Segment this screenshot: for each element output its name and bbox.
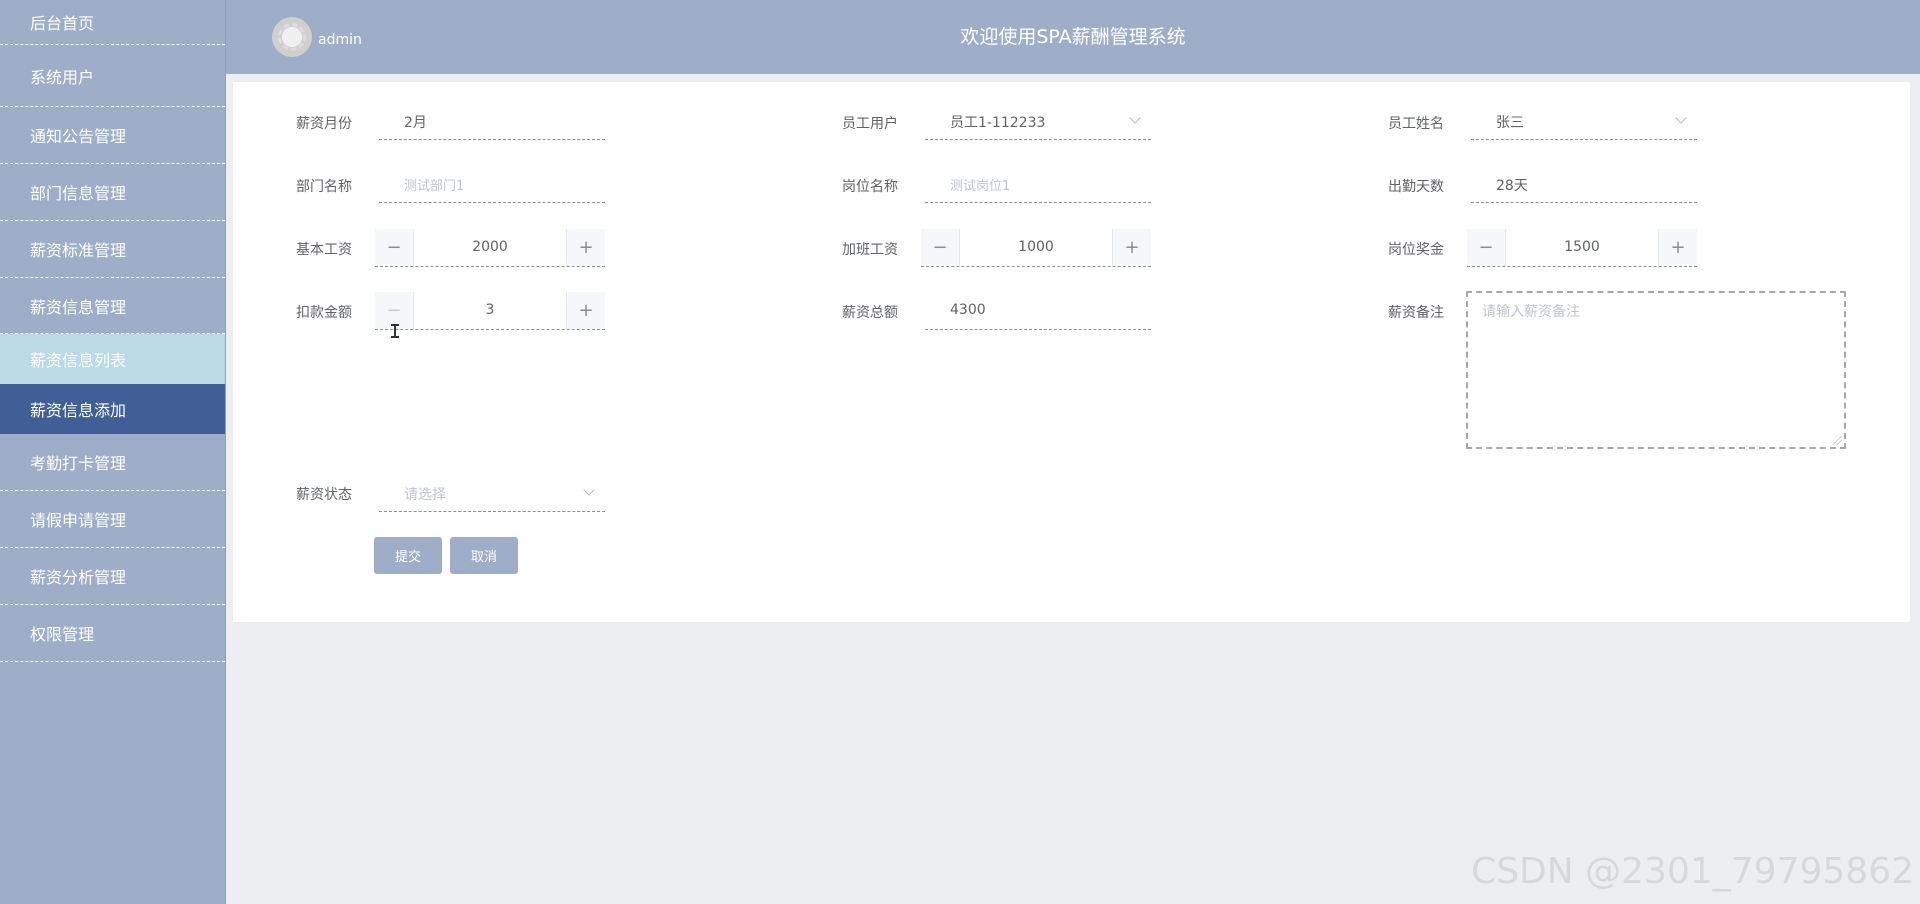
sidebar-item-label: 薪资信息添加 — [30, 401, 127, 420]
sidebar-item-label: 系统用户 — [30, 67, 95, 87]
deduction-label: 扣款金额 — [296, 305, 352, 321]
text-cursor-icon — [391, 324, 399, 338]
employee-user-value: 员工1-112233 — [950, 115, 1046, 131]
decrement-button[interactable]: − — [375, 229, 414, 266]
status-label: 薪资状态 — [296, 487, 352, 503]
employee-name-label: 员工姓名 — [1388, 116, 1444, 132]
sidebar-item-label: 部门信息管理 — [30, 184, 127, 203]
decrement-button[interactable]: − — [1467, 229, 1506, 266]
attendance-days-value: 28天 — [1496, 178, 1528, 194]
chevron-down-icon — [1129, 112, 1141, 124]
increment-button[interactable]: + — [1658, 229, 1697, 266]
resize-grip-icon[interactable] — [1832, 435, 1842, 445]
page-title: 欢迎使用SPA薪酬管理系统 — [960, 26, 1186, 48]
sidebar-item-notices[interactable]: 通知公告管理 — [0, 107, 225, 164]
base-salary-label: 基本工资 — [296, 242, 352, 258]
status-select[interactable]: 请选择 — [379, 474, 605, 512]
employee-name-select[interactable]: 张三 — [1471, 102, 1697, 140]
position-bonus-stepper[interactable]: − 1500 + — [1467, 229, 1697, 267]
salary-add-form: 薪资月份 2月 员工用户 员工1-112233 员工姓名 张三 部门名称 测试部… — [233, 82, 1910, 622]
overtime-pay-label: 加班工资 — [842, 242, 898, 258]
deduction-value[interactable]: 3 — [413, 302, 567, 318]
sidebar-item-salary-add[interactable]: 薪资信息添加 — [0, 384, 225, 434]
attendance-days-label: 出勤天数 — [1388, 179, 1444, 195]
sidebar-item-label: 考勤打卡管理 — [30, 454, 127, 473]
sidebar-item-salary-list[interactable]: 薪资信息列表 — [0, 334, 225, 384]
base-salary-stepper[interactable]: − 2000 + — [375, 229, 605, 267]
month-input[interactable]: 2月 — [379, 102, 605, 140]
department-input[interactable]: 测试部门1 — [379, 165, 605, 203]
deduction-stepper[interactable]: − 3 + — [375, 292, 605, 330]
employee-user-label: 员工用户 — [842, 116, 898, 132]
position-input[interactable]: 测试岗位1 — [925, 165, 1151, 203]
remark-textarea[interactable]: 请输入薪资备注 — [1466, 291, 1846, 449]
position-bonus-value[interactable]: 1500 — [1505, 239, 1659, 255]
status-placeholder: 请选择 — [404, 487, 446, 503]
chevron-down-icon — [1675, 112, 1687, 124]
sidebar-item-salary-info[interactable]: 薪资信息管理 — [0, 278, 225, 334]
sidebar-item-attendance[interactable]: 考勤打卡管理 — [0, 434, 225, 491]
sidebar-item-label: 后台首页 — [30, 14, 95, 33]
submit-button[interactable]: 提交 — [374, 537, 442, 574]
sidebar: 后台首页 系统用户 通知公告管理 部门信息管理 薪资标准管理 薪资信息管理 薪资… — [0, 0, 226, 904]
cancel-button[interactable]: 取消 — [450, 537, 518, 574]
sidebar-item-label: 请假申请管理 — [30, 511, 127, 530]
sidebar-item-home[interactable]: 后台首页 — [0, 0, 225, 45]
increment-button[interactable]: + — [1112, 229, 1151, 266]
sidebar-item-departments[interactable]: 部门信息管理 — [0, 164, 225, 221]
increment-button[interactable]: + — [566, 229, 605, 266]
month-label: 薪资月份 — [296, 116, 352, 132]
sidebar-item-salary-standards[interactable]: 薪资标准管理 — [0, 221, 225, 278]
sidebar-item-label: 权限管理 — [30, 625, 95, 644]
attendance-days-input[interactable]: 28天 — [1471, 165, 1697, 203]
total-salary-label: 薪资总额 — [842, 305, 898, 321]
remark-placeholder: 请输入薪资备注 — [1482, 304, 1580, 320]
sidebar-item-salary-analysis[interactable]: 薪资分析管理 — [0, 548, 225, 605]
remark-label: 薪资备注 — [1388, 305, 1444, 321]
department-label: 部门名称 — [296, 179, 352, 195]
department-placeholder: 测试部门1 — [404, 179, 465, 194]
overtime-pay-value[interactable]: 1000 — [959, 239, 1113, 255]
overtime-pay-stepper[interactable]: − 1000 + — [921, 229, 1151, 267]
employee-user-select[interactable]: 员工1-112233 — [925, 102, 1151, 140]
month-value: 2月 — [404, 115, 427, 131]
sidebar-item-label: 通知公告管理 — [30, 127, 127, 146]
watermark: CSDN @2301_79795862 — [1471, 851, 1914, 892]
position-label: 岗位名称 — [842, 179, 898, 195]
total-salary-value: 4300 — [950, 302, 986, 318]
position-placeholder: 测试岗位1 — [950, 179, 1011, 194]
employee-name-value: 张三 — [1496, 115, 1524, 131]
base-salary-value[interactable]: 2000 — [413, 239, 567, 255]
total-salary-input[interactable]: 4300 — [925, 292, 1151, 330]
increment-button[interactable]: + — [566, 292, 605, 329]
decrement-button[interactable]: − — [921, 229, 960, 266]
chevron-down-icon — [583, 484, 595, 496]
sidebar-item-permissions[interactable]: 权限管理 — [0, 605, 225, 662]
sidebar-item-leave[interactable]: 请假申请管理 — [0, 491, 225, 548]
sidebar-item-label: 薪资信息管理 — [30, 297, 127, 317]
top-header: admin 欢迎使用SPA薪酬管理系统 — [226, 0, 1920, 74]
position-bonus-label: 岗位奖金 — [1388, 242, 1444, 258]
sidebar-item-label: 薪资标准管理 — [30, 241, 127, 260]
sidebar-item-label: 薪资分析管理 — [30, 568, 127, 587]
sidebar-item-label: 薪资信息列表 — [30, 351, 127, 370]
sidebar-item-system-users[interactable]: 系统用户 — [0, 45, 225, 107]
